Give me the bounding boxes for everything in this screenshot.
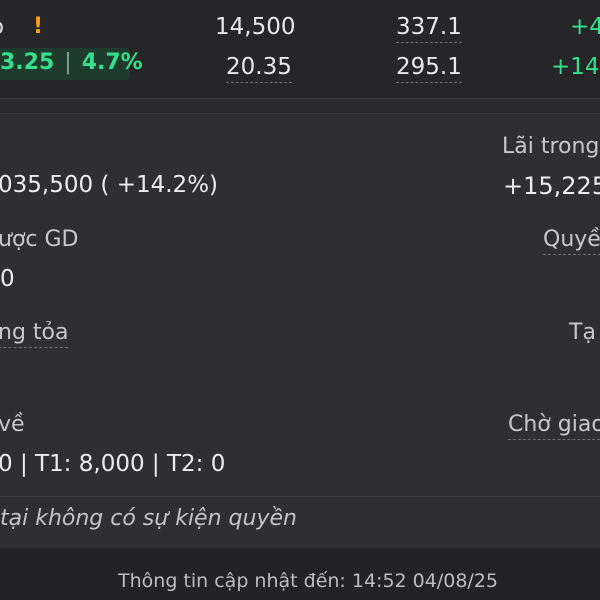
warning-icon[interactable]: ! (33, 14, 43, 39)
row1-name-fragment: o (0, 14, 4, 40)
waiting-label[interactable]: Chờ giao (508, 412, 600, 440)
row2-price: 295.1 (396, 54, 462, 83)
pending-value: 0 | T1: 8,000 | T2: 0 (0, 451, 226, 477)
row1-price: 337.1 (396, 14, 462, 43)
holdings-table: o ! 14,500 337.1 +4 3.25|4.7% 20.35 295.… (0, 0, 600, 98)
last-updated-text: Thông tin cập nhật đến: 14:52 04/08/25 (0, 570, 600, 592)
section-divider (0, 98, 600, 114)
separator (0, 496, 600, 497)
row1-volume: 14,500 (215, 14, 296, 40)
row2-change: +14. (551, 54, 600, 80)
row1-change: +4 (570, 14, 600, 40)
percent-change: 4.7% (81, 50, 143, 75)
tradeable-label: ược GD (0, 227, 79, 252)
temp-label: Tạ (569, 320, 596, 345)
rights-event-notice: tại không có sự kiện quyền (0, 506, 297, 531)
stock-detail-screen: o ! 14,500 337.1 +4 3.25|4.7% 20.35 295.… (0, 0, 600, 600)
profit-value: +15,225 (503, 172, 600, 200)
total-value: 035,500 ( +14.2%) (0, 172, 219, 198)
row2-volume: 20.35 (226, 54, 292, 83)
tradeable-value: 0 (0, 266, 15, 292)
change-badge-text: 3.25 | 4.7% (0, 50, 143, 75)
last-updated-value: Thông tin cập nhật đến: 14:52 04/08/25 (118, 570, 498, 592)
rights-label[interactable]: Quyề (543, 227, 600, 255)
blocked-label[interactable]: ng tỏa (0, 320, 69, 348)
pending-label: về (0, 412, 25, 437)
profit-label[interactable]: Lãi trong (502, 134, 599, 159)
price-change: 3.25 (0, 50, 55, 75)
